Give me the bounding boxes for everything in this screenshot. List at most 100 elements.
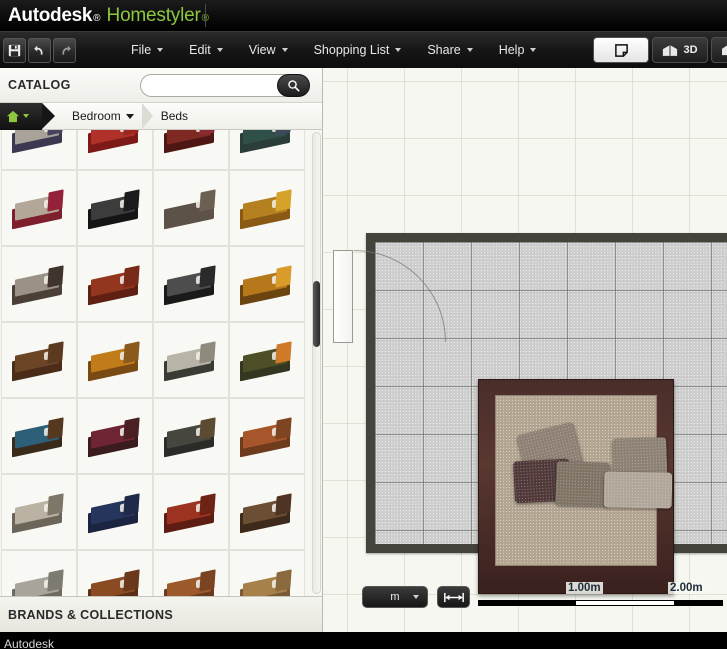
catalog-item[interactable] bbox=[229, 246, 305, 322]
catalog-item[interactable] bbox=[153, 246, 229, 322]
bed-red-check-thumbnail bbox=[160, 492, 222, 534]
breadcrumb-item-bedroom[interactable]: Bedroom bbox=[64, 103, 142, 130]
bed-black-gray-thumbnail bbox=[160, 264, 222, 306]
floorplan-canvas[interactable]: m 1.00m 2.00m bbox=[323, 68, 727, 632]
catalog-item[interactable] bbox=[77, 398, 153, 474]
catalog-item[interactable] bbox=[229, 398, 305, 474]
room[interactable] bbox=[333, 233, 727, 594]
undo-button[interactable] bbox=[28, 37, 51, 63]
measure-tool-button[interactable] bbox=[437, 586, 470, 608]
scale-label-2: 2.00m bbox=[668, 582, 705, 594]
catalog-item[interactable] bbox=[153, 550, 229, 596]
bed-red-modern-thumbnail bbox=[84, 130, 146, 154]
chevron-down-icon bbox=[281, 48, 288, 52]
catalog-item[interactable] bbox=[77, 474, 153, 550]
ruler-segment bbox=[478, 600, 576, 606]
catalog-item[interactable] bbox=[77, 322, 153, 398]
catalog-item[interactable] bbox=[229, 550, 305, 596]
breadcrumb-home[interactable] bbox=[0, 102, 55, 130]
catalog-item[interactable] bbox=[229, 130, 305, 170]
chevron-down-icon bbox=[125, 113, 134, 119]
bed-brown-partial-thumbnail bbox=[84, 568, 146, 596]
undo-arrow-icon bbox=[33, 45, 43, 55]
measure-tool-icon bbox=[443, 592, 464, 602]
unit-select-value: m bbox=[390, 591, 400, 603]
quick-tools bbox=[3, 37, 76, 63]
bed-olive-orange-thumbnail bbox=[236, 340, 298, 382]
pillow bbox=[555, 461, 611, 507]
catalog-item[interactable] bbox=[229, 322, 305, 398]
scale-ruler-segments bbox=[478, 600, 723, 606]
brands-collections-panel[interactable]: BRANDS & COLLECTIONS bbox=[0, 596, 322, 632]
save-floppy-icon bbox=[8, 44, 21, 56]
unit-select[interactable]: m bbox=[362, 586, 428, 608]
redo-button[interactable] bbox=[53, 37, 76, 63]
bed-black-low-thumbnail bbox=[84, 188, 146, 230]
menu-edit[interactable]: Edit bbox=[176, 39, 236, 61]
bed-striped-blue-thumbnail bbox=[8, 416, 70, 458]
search-input[interactable] bbox=[140, 74, 290, 97]
bed-white-fur-thumbnail bbox=[160, 340, 222, 382]
catalog-item[interactable] bbox=[153, 170, 229, 246]
catalog-thumbnail-grid bbox=[0, 130, 322, 596]
chevron-down-icon bbox=[413, 595, 419, 599]
menu-help[interactable]: Help bbox=[486, 39, 550, 61]
bed-gray-platform-thumbnail bbox=[8, 264, 70, 306]
menu-view[interactable]: View bbox=[236, 39, 301, 61]
floorplan-2d-icon bbox=[614, 43, 628, 57]
catalog-item[interactable] bbox=[1, 246, 77, 322]
bed-brown-lattice-thumbnail bbox=[8, 340, 70, 382]
menu-file[interactable]: File bbox=[118, 39, 176, 61]
catalog-item[interactable] bbox=[1, 474, 77, 550]
bed-amber-quilt-thumbnail bbox=[236, 264, 298, 306]
menu-share[interactable]: Share bbox=[414, 39, 485, 61]
catalog-item[interactable] bbox=[1, 322, 77, 398]
bed-orange-wood-thumbnail bbox=[84, 340, 146, 382]
ruler-segment bbox=[576, 600, 674, 606]
menu-shopping-list[interactable]: Shopping List bbox=[301, 39, 415, 61]
bed-orange-gold-thumbnail bbox=[236, 188, 298, 230]
catalog-item[interactable] bbox=[153, 322, 229, 398]
house-partial-icon bbox=[722, 45, 727, 56]
catalog-item[interactable] bbox=[77, 130, 153, 170]
catalog-item[interactable] bbox=[153, 130, 229, 170]
menu-items: File Edit View Shopping List Share Help bbox=[118, 39, 549, 61]
catalog-scrollbar[interactable] bbox=[312, 132, 321, 594]
bed-mattress bbox=[495, 395, 673, 566]
view-mode-toggle: 3D bbox=[593, 37, 727, 63]
menu-view-label: View bbox=[248, 43, 276, 57]
pillow bbox=[603, 471, 673, 509]
chevron-down-icon bbox=[23, 114, 29, 118]
breadcrumb-item-beds[interactable]: Beds bbox=[153, 103, 196, 130]
house-3d-icon bbox=[663, 44, 678, 56]
view-3d-button[interactable]: 3D bbox=[652, 37, 708, 63]
catalog-item[interactable] bbox=[153, 474, 229, 550]
scale-bar: m 1.00m 2.00m bbox=[323, 576, 727, 618]
catalog-item[interactable] bbox=[1, 170, 77, 246]
bed-furniture[interactable] bbox=[478, 379, 674, 594]
breadcrumb: Bedroom Beds bbox=[0, 102, 322, 130]
catalog-scrollbar-thumb[interactable] bbox=[313, 281, 320, 347]
catalog-item[interactable] bbox=[77, 550, 153, 596]
catalog-item[interactable] bbox=[77, 246, 153, 322]
search-button[interactable] bbox=[277, 74, 310, 97]
view-2d-button[interactable] bbox=[593, 37, 649, 63]
app-logo: Autodesk ® Homestyler ® bbox=[0, 5, 209, 27]
catalog-item[interactable] bbox=[1, 398, 77, 474]
door[interactable] bbox=[333, 250, 353, 343]
catalog-item[interactable] bbox=[229, 474, 305, 550]
search-magnifier-icon bbox=[288, 80, 300, 92]
catalog-item[interactable] bbox=[229, 170, 305, 246]
chevron-down-icon bbox=[157, 48, 164, 52]
breadcrumb-bedroom-label: Bedroom bbox=[72, 109, 121, 123]
bed-rust-partial-thumbnail bbox=[160, 568, 222, 596]
save-button[interactable] bbox=[3, 37, 26, 63]
catalog-item[interactable] bbox=[1, 550, 77, 596]
catalog-item[interactable] bbox=[77, 170, 153, 246]
catalog-item[interactable] bbox=[153, 398, 229, 474]
menu-help-label: Help bbox=[498, 43, 525, 57]
title-divider bbox=[205, 4, 206, 27]
view-extra-button[interactable] bbox=[711, 37, 727, 63]
footer-strip: Autodesk bbox=[0, 632, 727, 649]
catalog-item[interactable] bbox=[1, 130, 77, 170]
